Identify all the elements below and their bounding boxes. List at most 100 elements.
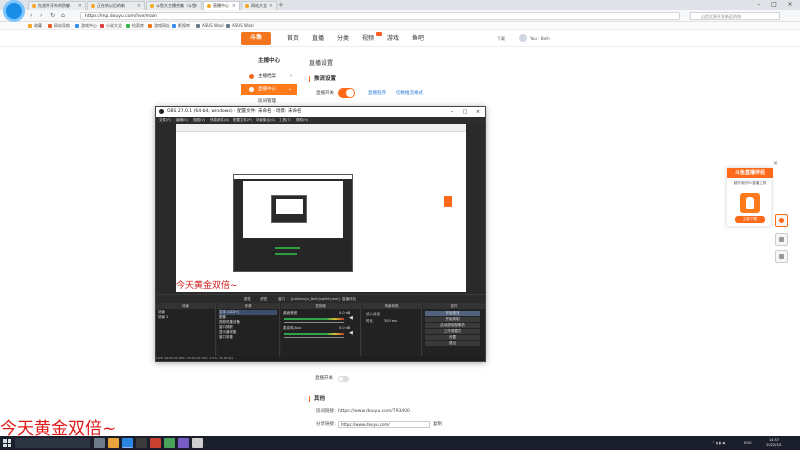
maximize-icon[interactable]: □: [767, 0, 781, 10]
properties-button[interactable]: 属性: [244, 295, 251, 303]
duration-input[interactable]: 300 ms: [384, 319, 397, 324]
obs-preview[interactable]: 今天黄金双倍~: [176, 124, 466, 292]
bookmark-item[interactable]: 检索库: [126, 22, 144, 30]
minimize-icon[interactable]: –: [446, 107, 458, 117]
close-icon[interactable]: ×: [78, 2, 82, 10]
live-companion-icon: [740, 193, 760, 213]
back-icon[interactable]: ‹: [30, 11, 32, 21]
download-link[interactable]: 下载: [497, 35, 505, 42]
filters-button[interactable]: 滤镜: [260, 295, 267, 303]
browser-logo-icon: [3, 0, 25, 22]
start-streaming-button[interactable]: 开始推流: [425, 311, 480, 316]
nav-video[interactable]: 视频: [362, 34, 374, 43]
obs-menu-file[interactable]: 文件(F): [159, 117, 171, 123]
input-language[interactable]: ENG: [744, 436, 752, 450]
minimize-icon[interactable]: –: [752, 0, 766, 10]
record-icon[interactable]: [775, 214, 788, 227]
app-taskbar-icon[interactable]: [178, 438, 189, 448]
nav-home[interactable]: 首页: [287, 34, 299, 43]
obs-taskbar-icon[interactable]: [136, 438, 147, 448]
windows-start-icon[interactable]: [3, 439, 11, 447]
window-close-icon[interactable]: ×: [472, 107, 484, 117]
avatar[interactable]: [519, 34, 527, 42]
maximize-icon[interactable]: □: [459, 107, 471, 117]
taskview-icon[interactable]: [94, 438, 105, 448]
bookmark-item[interactable]: 小说大全: [100, 22, 122, 30]
volume-slider[interactable]: [284, 322, 344, 323]
live-toggle[interactable]: [338, 88, 355, 98]
browser-tab[interactable]: 在虎扑牙外的防御 ×: [28, 1, 86, 10]
exit-button[interactable]: 退出: [425, 341, 480, 346]
chevron-down-icon: ⌄: [287, 86, 292, 92]
nav-fishbar[interactable]: 鱼吧: [412, 34, 424, 43]
stream-program-link[interactable]: 直播程序: [368, 90, 386, 97]
share-link-input[interactable]: https://www.douyu.com/: [338, 421, 430, 428]
browser-taskbar-icon[interactable]: [122, 438, 133, 448]
speaker-icon[interactable]: ◀: [349, 330, 353, 336]
tray-icons[interactable]: ⌃ ◖ ▮ ◀: [712, 436, 725, 450]
app-taskbar-icon[interactable]: [150, 438, 161, 448]
obs-menu-profile[interactable]: 配置文件(P): [233, 117, 252, 123]
obs-menu-edit[interactable]: 编辑(E): [176, 117, 188, 123]
forward-icon[interactable]: ›: [40, 11, 42, 21]
transition-type-select[interactable]: 淡入淡出: [366, 312, 380, 317]
settings-button[interactable]: 设置: [425, 335, 480, 340]
promo-download-button[interactable]: 立即下载: [735, 216, 765, 223]
nav-live[interactable]: 直播: [312, 34, 324, 43]
bookmark-item[interactable]: 网站导航: [48, 22, 70, 30]
copy-button[interactable]: 复制: [433, 421, 442, 428]
obs-menu-docks[interactable]: 停靠部件(D): [210, 117, 229, 123]
new-tab-icon[interactable]: +: [278, 1, 284, 9]
browser-tab-active[interactable]: 直播中心 ×: [203, 1, 240, 10]
obs-menu-help[interactable]: 帮助(H): [296, 117, 308, 123]
sidebar-item-profile[interactable]: 主播档案 ›: [241, 71, 297, 82]
close-icon[interactable]: ×: [269, 2, 273, 10]
bottom-toggle[interactable]: [338, 376, 349, 382]
switch-format-link[interactable]: 切换推流格式: [396, 90, 423, 97]
taskbar-search[interactable]: [15, 438, 90, 448]
username[interactable]: You - Beih: [530, 35, 550, 42]
close-icon[interactable]: ×: [137, 2, 141, 10]
file-explorer-icon[interactable]: [108, 438, 119, 448]
close-icon[interactable]: ×: [194, 2, 198, 10]
speaker-icon[interactable]: ◀: [349, 315, 353, 321]
nav-game[interactable]: 游戏: [387, 34, 399, 43]
studio-mode-button[interactable]: 工作室模式: [425, 329, 480, 334]
obs-menu-tools[interactable]: 工具(T): [279, 117, 291, 123]
obs-menu-scenecollection[interactable]: 场景集合(S): [256, 117, 275, 123]
virtual-camera-button[interactable]: 启动虚拟摄像机: [425, 323, 480, 328]
browser-search-input[interactable]: 山西太原开发新区的热: [690, 12, 780, 20]
close-icon[interactable]: ×: [232, 2, 236, 10]
obs-menu-view[interactable]: 视图(V): [193, 117, 205, 123]
clock[interactable]: 14:57 2022/3/1: [762, 438, 786, 448]
source-item[interactable]: 文本 (GDI+): [219, 310, 277, 315]
bookmark-item[interactable]: 影视库: [172, 22, 190, 30]
browser-tab[interactable]: 正在听以后的新 ×: [87, 1, 145, 10]
sidebar-item-live-center[interactable]: 直播中心 ⌄: [241, 84, 297, 95]
bookmark-item[interactable]: ASUS Wsal: [196, 22, 224, 30]
bookmark-item[interactable]: 游戏网址: [148, 22, 170, 30]
bookmark-item[interactable]: 游戏中心: [75, 22, 97, 30]
settings-icon[interactable]: [775, 250, 788, 263]
start-recording-button[interactable]: 开始录制: [425, 317, 480, 322]
window-close-icon[interactable]: ×: [783, 0, 797, 10]
close-icon[interactable]: ×: [773, 160, 778, 167]
nav-category[interactable]: 分类: [337, 34, 349, 43]
source-item[interactable]: 窗口采集: [219, 335, 233, 340]
douyu-logo[interactable]: 斗鱼: [241, 32, 271, 45]
screenshot-icon[interactable]: [775, 233, 788, 246]
scene-item[interactable]: 场景 2: [158, 315, 214, 320]
live-icon: [249, 87, 254, 92]
app-taskbar-icon[interactable]: [164, 438, 175, 448]
browser-tab[interactable]: 斗鱼大主播合集（斗鱼 ×: [146, 1, 202, 10]
bookmark-item[interactable]: 收藏: [28, 22, 42, 30]
window-select[interactable]: [pGdoiuyu_Beih(sqlite).exe]: [291, 295, 340, 303]
bookmark-item[interactable]: ASUS Wsal: [226, 22, 254, 30]
browser-tab[interactable]: 网站大全 ×: [241, 1, 277, 10]
url-input[interactable]: https://mp.douyu.com/live/main: [80, 12, 680, 20]
obs-source-toolbar: 属性 滤镜 窗口 [pGdoiuyu_Beih(sqlite).exe] 直播伴…: [156, 294, 485, 302]
refresh-icon[interactable]: ↻: [50, 11, 55, 21]
app-taskbar-icon[interactable]: [192, 438, 203, 448]
home-icon[interactable]: ⌂: [61, 11, 65, 21]
volume-slider[interactable]: [284, 337, 344, 338]
